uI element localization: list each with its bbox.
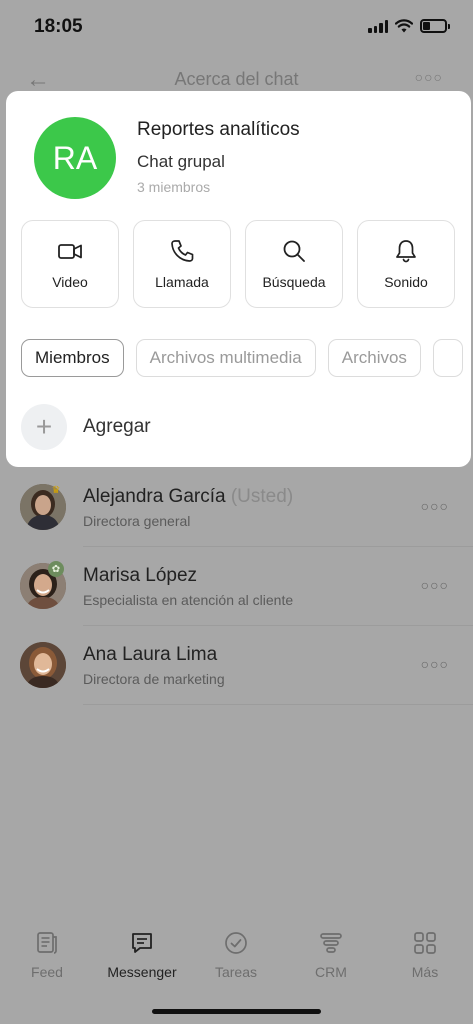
- list-item[interactable]: ♛ Alejandra García (Usted) Directora gen…: [0, 468, 473, 547]
- sound-button[interactable]: Sonido: [357, 220, 455, 308]
- home-indicator: [152, 1009, 321, 1014]
- tab-messenger[interactable]: Messenger: [97, 930, 187, 980]
- search-icon: [283, 240, 305, 262]
- member-name: Marisa López: [83, 565, 198, 586]
- tab-more[interactable]: Más: [380, 930, 470, 980]
- status-bar: 18:05: [0, 0, 473, 56]
- chat-info-sheet: RA Reportes analíticos Chat grupal 3 mie…: [6, 91, 471, 467]
- divider: [83, 704, 473, 705]
- signal-icon: [368, 19, 388, 33]
- list-item[interactable]: ✿ Marisa López Especialista en atención …: [0, 547, 473, 626]
- video-label: Video: [52, 274, 88, 290]
- tab-crm[interactable]: CRM: [286, 930, 376, 980]
- phone-icon: [171, 240, 194, 262]
- chat-type: Chat grupal: [137, 152, 225, 171]
- search-button[interactable]: Búsqueda: [245, 220, 343, 308]
- page-title: Acerca del chat: [174, 69, 299, 89]
- chat-name: Reportes analíticos: [137, 119, 300, 140]
- tab-more-partial[interactable]: [432, 339, 463, 377]
- member-role: Directora de marketing: [83, 671, 225, 687]
- tasks-icon: [225, 932, 247, 954]
- tabs: Miembros Archivos multimedia Archivos: [21, 339, 471, 377]
- action-buttons: Video Llamada Búsqueda Sonido: [21, 220, 455, 308]
- video-button[interactable]: Video: [21, 220, 119, 308]
- feed-icon: [37, 932, 57, 954]
- chat-avatar-initials: RA: [52, 139, 98, 176]
- messenger-icon: [132, 933, 152, 953]
- bell-icon: [396, 240, 416, 263]
- sound-label: Sonido: [384, 274, 428, 290]
- search-label: Búsqueda: [262, 274, 326, 290]
- member-name-text: Alejandra García: [83, 486, 226, 507]
- battery-icon: [420, 19, 450, 33]
- call-label: Llamada: [155, 274, 209, 290]
- wifi-icon: [395, 19, 413, 33]
- video-icon: [58, 244, 82, 259]
- member-name: Ana Laura Lima: [83, 644, 218, 665]
- more-options-icon[interactable]: ○○○: [421, 498, 449, 514]
- tab-members[interactable]: Miembros: [21, 339, 124, 377]
- call-button[interactable]: Llamada: [133, 220, 231, 308]
- avatar: [20, 642, 66, 688]
- tab-more-label: Más: [411, 964, 439, 980]
- member-role: Directora general: [83, 513, 191, 529]
- chat-members-count: 3 miembros: [137, 179, 211, 195]
- member-you-label: (Usted): [230, 486, 294, 507]
- member-name: Alejandra García (Usted): [83, 486, 293, 508]
- status-icons: [368, 19, 450, 33]
- add-member-label: Agregar: [83, 416, 151, 437]
- member-role: Especialista en atención al cliente: [83, 592, 294, 608]
- tab-files[interactable]: Archivos: [327, 339, 421, 377]
- more-options-icon[interactable]: ○○○: [421, 577, 449, 593]
- more-options-icon[interactable]: ○○○: [415, 69, 443, 85]
- tab-crm-label: CRM: [315, 964, 347, 980]
- crm-icon: [320, 933, 342, 953]
- member-list: ♛ Alejandra García (Usted) Directora gen…: [0, 468, 473, 705]
- status-time: 18:05: [34, 16, 83, 37]
- add-member-row[interactable]: + Agregar: [21, 404, 151, 450]
- crown-icon: ♛: [51, 484, 61, 496]
- tab-messenger-label: Messenger: [107, 964, 177, 980]
- tab-feed-label: Feed: [31, 964, 63, 980]
- chat-avatar: RA: [34, 117, 116, 199]
- tab-tasks[interactable]: Tareas: [191, 930, 281, 980]
- tab-multimedia[interactable]: Archivos multimedia: [135, 339, 316, 377]
- more-options-icon[interactable]: ○○○: [421, 656, 449, 672]
- plus-icon: +: [21, 404, 67, 450]
- tab-tasks-label: Tareas: [214, 964, 258, 980]
- leaf-badge-icon: ✿: [48, 561, 64, 577]
- tab-feed[interactable]: Feed: [2, 930, 92, 980]
- more-grid-icon: [414, 932, 436, 954]
- list-item[interactable]: Ana Laura Lima Directora de marketing ○○…: [0, 626, 473, 705]
